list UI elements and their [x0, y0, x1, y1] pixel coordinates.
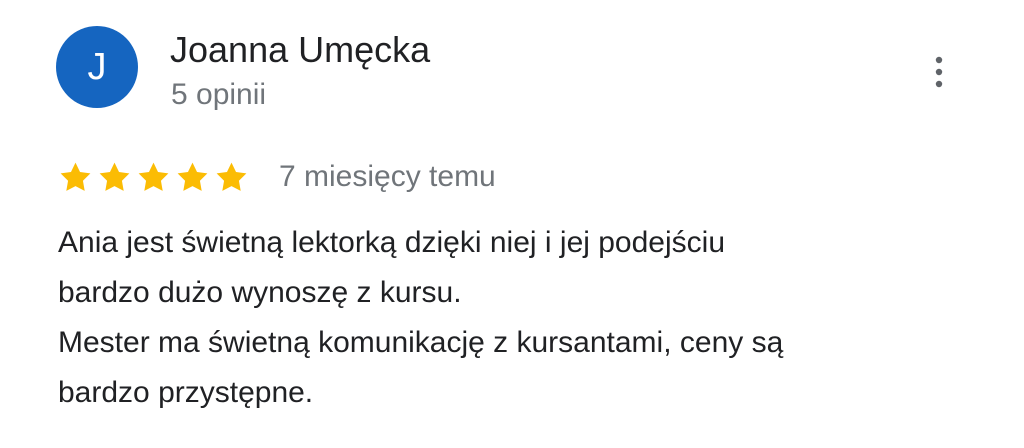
- review-text-line: bardzo przystępne.: [58, 376, 314, 409]
- star-icon: [99, 162, 130, 191]
- review-text-line: Mester ma świetną komunikację z kursanta…: [58, 326, 784, 359]
- more-options-button[interactable]: [922, 52, 956, 92]
- review-card: J Joanna Umęcka 5 opinii 7 miesięcy temu…: [0, 0, 1024, 448]
- star-icon: [60, 162, 91, 191]
- star-icon: [177, 162, 208, 191]
- review-time: 7 miesięcy temu: [279, 160, 496, 193]
- review-text-line: bardzo dużo wynoszę z kursu.: [58, 276, 462, 309]
- star-icon: [138, 162, 169, 191]
- review-text: Ania jest świetną lektorką dzięki niej i…: [58, 218, 988, 418]
- author-name[interactable]: Joanna Umęcka: [170, 28, 430, 72]
- more-vertical-icon[interactable]: [934, 55, 944, 89]
- star-icon: [216, 162, 247, 191]
- star-rating: [58, 158, 249, 196]
- review-text-line: Ania jest świetną lektorką dzięki niej i…: [58, 226, 726, 259]
- avatar[interactable]: J: [56, 26, 138, 108]
- author-review-count: 5 opinii: [171, 78, 267, 111]
